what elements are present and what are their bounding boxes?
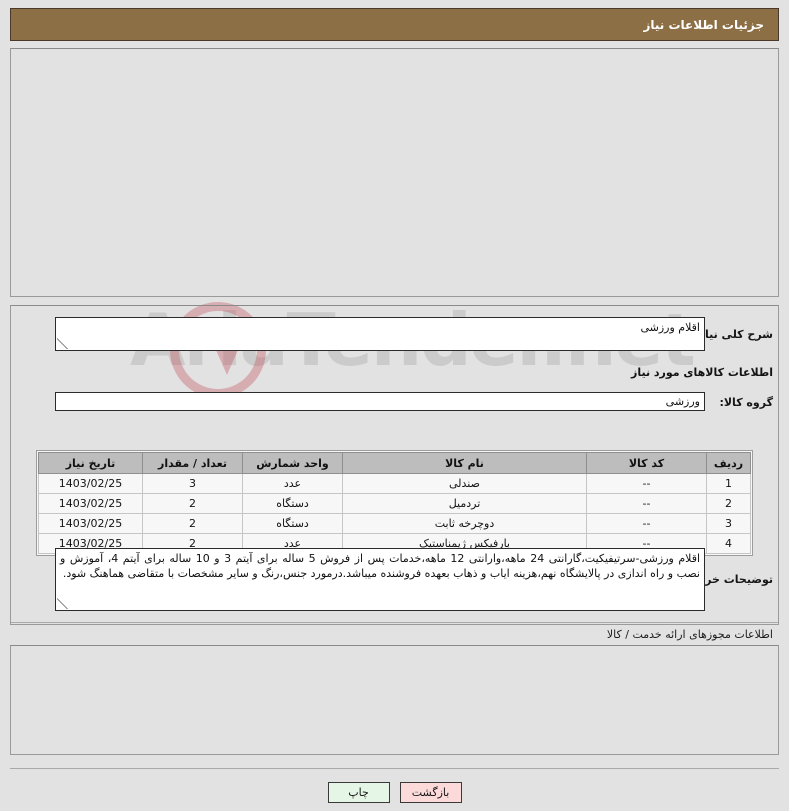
permits-section-title: اطلاعات مجوزهای ارائه خدمت / کالا xyxy=(606,628,773,641)
page-title-bar: جزئیات اطلاعات نیاز xyxy=(10,8,779,41)
footer-divider xyxy=(10,768,779,769)
permits-panel xyxy=(10,645,779,755)
page-title: جزئیات اطلاعات نیاز xyxy=(643,17,764,32)
footer-buttons: بازگشت چاپ xyxy=(0,782,789,803)
page-root: AriaTender.net جزئیات اطلاعات نیاز شماره… xyxy=(0,0,789,811)
print-button[interactable]: چاپ xyxy=(327,782,390,803)
goods-info-panel xyxy=(10,305,779,625)
back-button[interactable]: بازگشت xyxy=(399,782,462,803)
need-info-panel xyxy=(10,48,779,297)
